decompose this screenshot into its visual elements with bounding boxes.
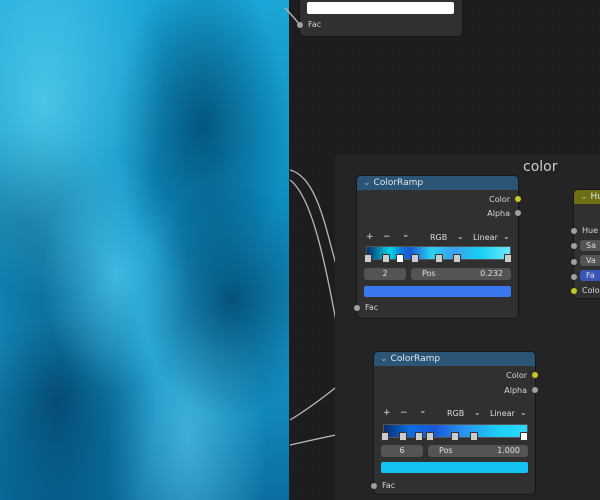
colorramp-node-2-title: ColorRamp — [390, 354, 441, 364]
color-stop-handle-selected[interactable] — [520, 432, 528, 441]
remove-stop-button[interactable]: − — [383, 232, 391, 242]
color-mode-dropdown[interactable]: RGB — [430, 233, 447, 242]
interpolation-dropdown[interactable]: Linear — [490, 409, 515, 418]
color-stop-handle[interactable] — [382, 254, 390, 263]
add-stop-button[interactable]: + — [383, 408, 391, 418]
position-label: Pos — [439, 446, 453, 455]
collapse-chevron-icon[interactable]: ⌄ — [580, 192, 588, 202]
input-fac-socket[interactable] — [354, 305, 360, 311]
stop-color-swatch[interactable] — [364, 286, 511, 297]
colorramp-node-1[interactable]: ⌄ ColorRamp Color Alpha + − ⌄ RGB ⌄ Linea… — [354, 176, 521, 318]
color-stop-handle[interactable] — [415, 432, 423, 441]
ramp-menu-button[interactable]: ⌄ — [419, 406, 427, 416]
output-alpha-label: Alpha — [504, 386, 527, 395]
hue-node-header[interactable]: ⌄Hu — [574, 190, 600, 204]
color-stop-handle[interactable] — [504, 254, 512, 263]
color-mode-chevron-icon: ⌄ — [457, 232, 464, 241]
fac-field[interactable]: Fa — [580, 270, 600, 281]
add-stop-button[interactable]: + — [366, 232, 374, 242]
color-stop-handle[interactable] — [381, 432, 389, 441]
output-alpha-socket[interactable] — [532, 387, 538, 393]
interpolation-dropdown[interactable]: Linear — [473, 233, 498, 242]
hue-saturation-node[interactable]: ⌄Hu Hue Sa Va Fa Color — [571, 190, 600, 298]
position-value: 0.232 — [480, 269, 503, 278]
color-stop-handle[interactable] — [453, 254, 461, 263]
color-stop-handle[interactable] — [451, 432, 459, 441]
output-color-label: Color — [489, 195, 510, 204]
color-stop-handle[interactable] — [411, 254, 419, 263]
frame-label: color — [523, 159, 558, 175]
color-stop-handle-selected[interactable] — [396, 254, 404, 263]
color-stop-handle[interactable] — [364, 254, 372, 263]
interpolation-chevron-icon: ⌄ — [503, 232, 510, 241]
top-node-fac-socket[interactable] — [297, 22, 303, 28]
collapse-chevron-icon[interactable]: ⌄ — [380, 354, 388, 364]
input-fac-socket[interactable] — [371, 483, 377, 489]
color-mode-dropdown[interactable]: RGB — [447, 409, 464, 418]
position-field[interactable]: Pos 1.000 — [428, 445, 528, 457]
color-mode-chevron-icon: ⌄ — [474, 408, 481, 417]
output-color-label: Color — [506, 371, 527, 380]
position-label: Pos — [422, 269, 436, 278]
color-stop-handle[interactable] — [399, 432, 407, 441]
colorramp-node-2[interactable]: ⌄ ColorRamp Color Alpha + − ⌄ RGB ⌄ Linea… — [371, 352, 538, 494]
input-fac-label: Fac — [382, 481, 396, 490]
input-hue-label: Hue — [582, 226, 599, 235]
input-value-socket[interactable] — [571, 259, 577, 265]
output-alpha-label: Alpha — [487, 209, 510, 218]
hue-node-title: Hu — [590, 192, 600, 202]
input-hue-socket[interactable] — [571, 228, 577, 234]
color-stop-handle[interactable] — [470, 432, 478, 441]
input-saturation-socket[interactable] — [571, 243, 577, 249]
saturation-field[interactable]: Sa — [580, 240, 600, 251]
position-value: 1.000 — [497, 446, 520, 455]
colorramp-node-2-header[interactable]: ⌄ ColorRamp — [374, 352, 535, 366]
input-color-socket[interactable] — [571, 288, 577, 294]
remove-stop-button[interactable]: − — [400, 408, 408, 418]
output-color-socket[interactable] — [515, 196, 521, 202]
top-node[interactable]: Fac — [297, 0, 462, 36]
output-color-socket[interactable] — [532, 372, 538, 378]
stop-color-swatch[interactable] — [381, 462, 528, 473]
color-stop-handle[interactable] — [426, 432, 434, 441]
input-fac-label: Fac — [365, 303, 379, 312]
color-stop-handle[interactable] — [435, 254, 443, 263]
value-field[interactable]: Va — [580, 255, 600, 266]
colorramp-node-1-title: ColorRamp — [373, 178, 424, 188]
input-color-label: Color — [582, 286, 600, 295]
position-field[interactable]: Pos 0.232 — [411, 268, 511, 280]
stop-index-field[interactable]: 2 — [364, 268, 406, 280]
colorramp-node-1-header[interactable]: ⌄ ColorRamp — [357, 176, 518, 190]
stop-index-field[interactable]: 6 — [381, 445, 423, 457]
input-fac-socket[interactable] — [571, 274, 577, 280]
interpolation-chevron-icon: ⌄ — [520, 408, 527, 417]
ramp-menu-button[interactable]: ⌄ — [402, 230, 410, 240]
output-alpha-socket[interactable] — [515, 210, 521, 216]
top-node-fac-label: Fac — [308, 20, 322, 29]
top-node-field[interactable] — [307, 2, 454, 14]
collapse-chevron-icon[interactable]: ⌄ — [363, 178, 371, 188]
